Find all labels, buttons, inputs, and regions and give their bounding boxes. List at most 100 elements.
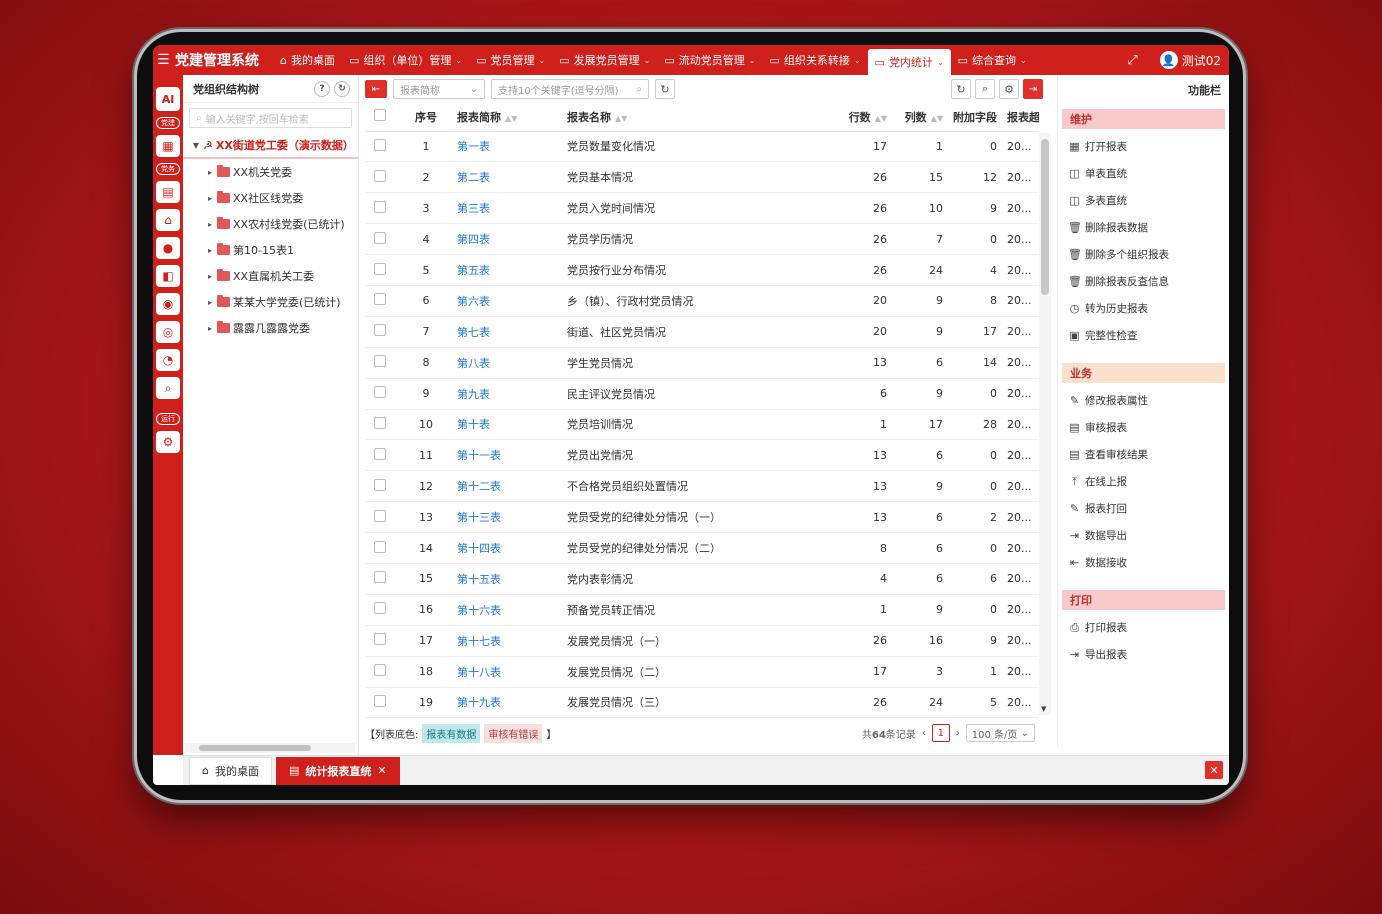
refresh-icon[interactable]: ↻ [951,79,971,99]
row-checkbox[interactable] [374,664,386,677]
cell-short-link[interactable]: 第一表 [457,131,567,163]
table-row[interactable]: 11 第十一表 党员出党情况 13 6 0 20... [365,439,1039,472]
cell-short-link[interactable]: 第六表 [457,285,567,317]
cell-short-link[interactable]: 第十三表 [457,501,567,534]
nav-item-5[interactable]: ▭ 组织关系转接 ⌄ [762,45,867,75]
search-doc-icon[interactable]: ⌕ [975,79,995,99]
row-checkbox[interactable] [374,169,386,182]
function-item[interactable]: ▦ 打开报表 [1068,133,1150,160]
group-icon[interactable]: ◎ [156,321,180,343]
fullscreen-icon[interactable]: ⤢ [1127,53,1137,68]
calendar-icon[interactable]: ▦ [156,135,180,157]
table-row[interactable]: 19 第十九表 发展党员情况（三） 26 24 5 20... [365,687,1039,719]
search-icon[interactable]: ⌕ [636,84,642,95]
cell-short-link[interactable]: 第十七表 [457,625,567,657]
function-item[interactable]: ⇥ 数据导出 [1068,522,1150,549]
function-item[interactable]: ⎙ 打印报表 [1068,614,1150,641]
user-menu[interactable]: 👤 测试02 [1159,51,1221,69]
function-item[interactable]: ▣ 完整性检查 [1068,322,1225,349]
caret-right-icon[interactable]: ▸ [203,298,217,307]
nav-item-1[interactable]: ▭ 组织（单位）管理 ⌄ [342,45,469,75]
col-header-cols[interactable]: 列数 ▲▼ [897,103,953,132]
table-row[interactable]: 13 第十三表 党员受党的纪律处分情况（一） 13 6 2 20... [365,501,1039,534]
col-header-short[interactable]: 报表简称 ▲▼ [457,103,567,132]
toggle-panel-button[interactable]: ⇥ [1023,79,1043,99]
cell-short-link[interactable]: 第十六表 [457,594,567,626]
bottom-tab-1[interactable]: ▤ 统计报表直统 ✕ [275,756,400,785]
nav-item-4[interactable]: ▭ 流动党员管理 ⌄ [657,45,762,75]
refresh-icon[interactable]: ↻ [334,81,350,97]
cell-short-link[interactable]: 第九表 [457,378,567,410]
row-checkbox[interactable] [374,478,386,491]
reload-icon[interactable]: ↻ [655,79,675,99]
close-all-tabs-icon[interactable]: ✕ [1205,761,1223,779]
caret-right-icon[interactable]: ▸ [203,220,217,229]
table-row[interactable]: 2 第二表 党员基本情况 26 15 12 20... [365,161,1039,194]
tree-node[interactable]: ▸ XX农村线党委(已统计) [183,211,358,237]
table-row[interactable]: 7 第七表 街道、社区党员情况 20 9 17 20... [365,316,1039,348]
page-size-select[interactable]: 100 条/页 ⌄ [965,724,1035,742]
keyword-search-input[interactable]: 支持10个关键字(逗号分隔) ⌕ [491,79,649,99]
collapse-tree-button[interactable]: ⇤ [365,80,387,98]
ai-button[interactable]: AI [156,87,180,111]
table-row[interactable]: 6 第六表 乡（镇）、行政村党员情况 20 9 8 20... [365,285,1039,317]
cell-short-link[interactable]: 第十一表 [457,439,567,472]
tree-node-root[interactable]: ▼ ☭ XX街道党工委（演示数据） [183,133,358,159]
function-item[interactable]: ⤒ 在线上报 [1068,468,1150,495]
col-header-name[interactable]: 报表名称 ▲▼ [567,103,837,132]
cell-short-link[interactable]: 第八表 [457,347,567,379]
table-row[interactable]: 9 第九表 民主评议党员情况 6 9 0 20... [365,378,1039,410]
row-checkbox[interactable] [374,386,386,399]
cell-short-link[interactable]: 第十八表 [457,656,567,688]
menu-icon[interactable]: ☰ [157,52,175,68]
book-icon[interactable]: ▤ [156,181,180,203]
cell-short-link[interactable]: 第十四表 [457,532,567,564]
table-row[interactable]: 12 第十二表 不合格党员组织处置情况 13 9 0 20... [365,470,1039,503]
row-checkbox[interactable] [374,447,386,460]
table-row[interactable]: 18 第十八表 发展党员情况（二） 17 3 1 20... [365,656,1039,688]
function-item[interactable]: ◷ 转为历史报表 [1068,295,1225,322]
table-row[interactable]: 3 第三表 党员入党时间情况 26 10 9 20... [365,192,1039,225]
select-all-checkbox[interactable] [374,109,386,122]
function-item[interactable]: ▤ 审核报表 [1068,414,1225,441]
pie-chart-icon[interactable]: ◔ [156,349,180,371]
cell-short-link[interactable]: 第七表 [457,316,567,348]
row-checkbox[interactable] [374,200,386,213]
row-checkbox[interactable] [374,355,386,368]
table-vertical-scrollbar[interactable]: ▼ [1039,133,1051,715]
help-icon[interactable]: ? [314,81,330,97]
function-item[interactable]: ⇥ 导出报表 [1068,641,1150,668]
nav-item-7[interactable]: ▭ 综合查询 ⌄ [951,45,1034,75]
row-checkbox[interactable] [374,509,386,522]
building-icon[interactable]: ⌂ [156,209,180,231]
row-checkbox[interactable] [374,416,386,429]
function-item[interactable]: ▤ 查看审核结果 [1068,441,1225,468]
table-row[interactable]: 5 第五表 党员按行业分布情况 26 24 4 20... [365,254,1039,286]
tree-node[interactable]: ▸ XX直属机关工委 [183,263,358,289]
person-plus-icon[interactable]: ◉ [156,293,180,315]
search-doc-icon[interactable]: ⌕ [156,377,180,399]
row-checkbox[interactable] [374,540,386,553]
nav-item-0[interactable]: ⌂ 我的桌面 [273,45,342,75]
nav-item-2[interactable]: ▭ 党员管理 ⌄ [469,45,552,75]
function-item[interactable]: ◫ 单表直统 [1068,160,1150,187]
cell-short-link[interactable]: 第十表 [457,409,567,441]
tree-node[interactable]: ▸ 露露几露露党委 [183,315,358,341]
caret-right-icon[interactable]: ▸ [203,168,217,177]
function-item[interactable]: ◫ 多表直统 [1068,187,1225,214]
row-checkbox[interactable] [374,293,386,306]
row-checkbox[interactable] [374,633,386,646]
function-item[interactable]: 🗑 删除多个组织报表 [1068,241,1225,268]
function-item[interactable]: 🗑 删除报表数据 [1068,214,1225,241]
row-checkbox[interactable] [374,324,386,337]
nav-item-3[interactable]: ▭ 发展党员管理 ⌄ [552,45,657,75]
table-row[interactable]: 1 第一表 党员数量变化情况 17 1 0 20... [365,131,1039,163]
function-item[interactable]: 🗑 删除报表反查信息 [1068,268,1225,295]
table-row[interactable]: 8 第八表 学生党员情况 13 6 14 20... [365,347,1039,379]
gear-icon[interactable]: ⚙ [156,431,180,453]
person-icon[interactable]: ● [156,237,180,259]
bottom-tab-0[interactable]: ⌂ 我的桌面 [189,756,272,785]
cell-short-link[interactable]: 第二表 [457,161,567,194]
caret-right-icon[interactable]: ▸ [203,272,217,281]
row-checkbox[interactable] [374,602,386,615]
